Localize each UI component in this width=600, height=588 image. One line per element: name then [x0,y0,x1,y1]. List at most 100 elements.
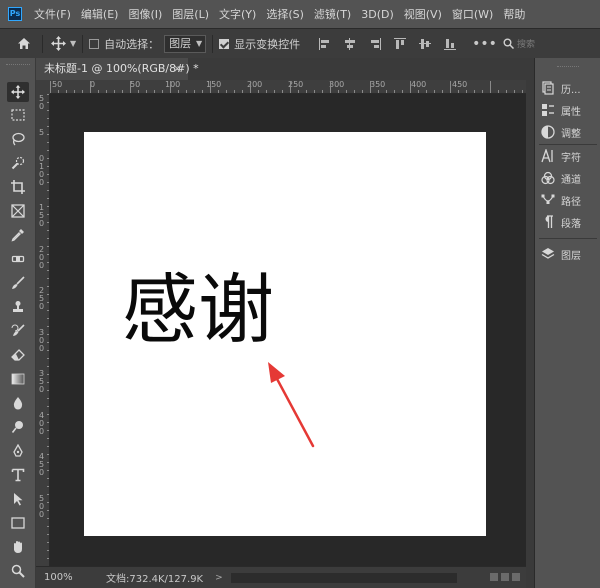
dodge-tool[interactable] [9,418,27,436]
panel-history[interactable]: 历... [541,78,600,98]
hand-tool[interactable] [9,538,27,556]
more-options-icon[interactable]: ••• [472,36,497,52]
crop-icon [11,180,25,194]
lasso-icon [12,132,25,146]
healing-brush-tool[interactable] [9,250,27,268]
bandage-icon [11,255,25,263]
panel-adjustments[interactable]: 调整 [541,122,600,142]
ruler-label: 150 [206,80,222,89]
clone-stamp-tool[interactable] [9,298,27,316]
crop-tool[interactable] [9,178,27,196]
path-select-tool[interactable] [9,490,27,508]
move-tool-preset[interactable] [49,35,67,53]
ruler-tick [490,81,491,93]
canvas-workspace[interactable]: 感谢 [50,94,526,566]
lasso-tool[interactable] [9,130,27,148]
search-button[interactable]: 搜索 [503,37,535,50]
eraser-tool[interactable] [9,346,27,364]
align-controls [318,37,468,51]
quick-select-tool[interactable] [9,154,27,172]
menu-select[interactable]: 选择(S) [266,6,304,22]
status-menu-arrow[interactable]: > [215,573,223,583]
photoshop-logo: Ps [8,7,22,21]
document-tab[interactable]: 未标题-1 @ 100%(RGB/8#) * × [36,58,199,80]
move-icon [50,36,66,51]
align-middle-v-icon[interactable] [418,37,432,51]
gradient-tool[interactable] [9,370,27,388]
panel-paragraph[interactable]: 段落 [541,212,600,232]
move-tool[interactable] [7,82,29,102]
panel-channels[interactable]: 通道 [541,168,600,188]
align-right-icon[interactable] [368,37,382,51]
eyedropper-tool[interactable] [9,226,27,244]
menu-edit[interactable]: 编辑(E) [81,6,119,22]
blur-tool[interactable] [9,394,27,412]
show-transform-checkbox[interactable] [219,38,230,49]
panel-layers[interactable]: 图层 [541,244,600,264]
panel-paths[interactable]: 路径 [541,190,600,210]
home-icon [18,38,30,49]
panel-properties[interactable]: 属性 [541,100,600,120]
menu-file[interactable]: 文件(F) [34,6,71,22]
menu-filter[interactable]: 滤镜(T) [314,6,351,22]
document-canvas[interactable]: 感谢 [84,132,486,536]
marquee-tool[interactable] [9,106,27,124]
panel-grip[interactable] [557,66,579,68]
zoom-level-field[interactable]: 100% [40,569,86,586]
pen-tool[interactable] [9,442,27,460]
ruler-label: 0 [39,468,45,477]
horizontal-ruler[interactable]: 50 0 50 100 150 200 250 300 350 400 450 [50,80,526,94]
horizontal-scrollbar[interactable] [230,572,457,583]
close-icon[interactable]: × [173,58,182,80]
menu-help[interactable]: 帮助 [503,6,525,22]
zoom-tool[interactable] [9,562,27,580]
align-center-h-icon[interactable] [343,37,357,51]
ruler-label: 0 [39,344,45,353]
panel-adjustments-label: 调整 [561,128,581,140]
search-placeholder: 搜索 [516,40,535,50]
panel-separator [539,238,597,239]
eyedropper-icon [11,229,24,242]
show-transform-label: 显示变换控件 [234,37,301,51]
history-icon [541,81,555,95]
panel-character-label: 字符 [561,152,581,164]
align-left-icon[interactable] [318,37,332,51]
panel-grip[interactable] [6,64,30,66]
ruler-tick [170,81,171,93]
menu-3d[interactable]: 3D(D) [361,8,394,21]
align-bottom-icon[interactable] [443,37,457,51]
auto-select-label: 自动选择： [104,37,160,51]
canvas-text-layer[interactable]: 感谢 [122,272,274,348]
rectangle-tool[interactable] [9,514,27,532]
panel-channels-label: 通道 [561,174,581,186]
menu-window[interactable]: 窗口(W) [452,6,493,22]
layer-group-select[interactable]: 图层 ▼ [164,34,207,53]
watermark-logo [490,566,526,588]
frame-tool[interactable] [9,202,27,220]
home-button[interactable] [12,32,36,56]
history-brush-tool[interactable] [9,322,27,340]
adjustments-icon [541,125,555,139]
menu-type[interactable]: 文字(Y) [219,6,256,22]
auto-select-checkbox[interactable] [89,38,100,49]
document-size-info[interactable]: 文档:732.4K/127.9K [106,570,203,585]
panel-divider[interactable] [526,58,534,588]
menu-image[interactable]: 图像(I) [128,6,162,22]
panel-character[interactable]: 字符 [541,146,600,166]
paragraph-icon [541,215,555,229]
document-tab-bar: 未标题-1 @ 100%(RGB/8#) * × [36,58,526,80]
ruler-label: 0 [39,102,45,111]
type-tool[interactable] [9,466,27,484]
options-bar: ▼ 自动选择： 图层 ▼ 显示变换控件 ••• 搜索 [0,28,600,58]
ruler-label: 0 [39,302,45,311]
separator [212,34,214,53]
brush-tool[interactable] [9,274,27,292]
chevron-down-icon[interactable]: ▼ [70,39,76,48]
vertical-ruler[interactable]: 5 0 5 0 1 0 0 1 5 0 2 0 0 2 5 0 3 0 0 3 … [36,94,50,566]
panel-paragraph-label: 段落 [561,218,581,230]
align-top-icon[interactable] [393,37,407,51]
menu-layer[interactable]: 图层(L) [172,6,209,22]
dodge-icon [11,421,23,433]
ruler-origin[interactable] [36,80,50,94]
menu-view[interactable]: 视图(V) [404,6,442,22]
